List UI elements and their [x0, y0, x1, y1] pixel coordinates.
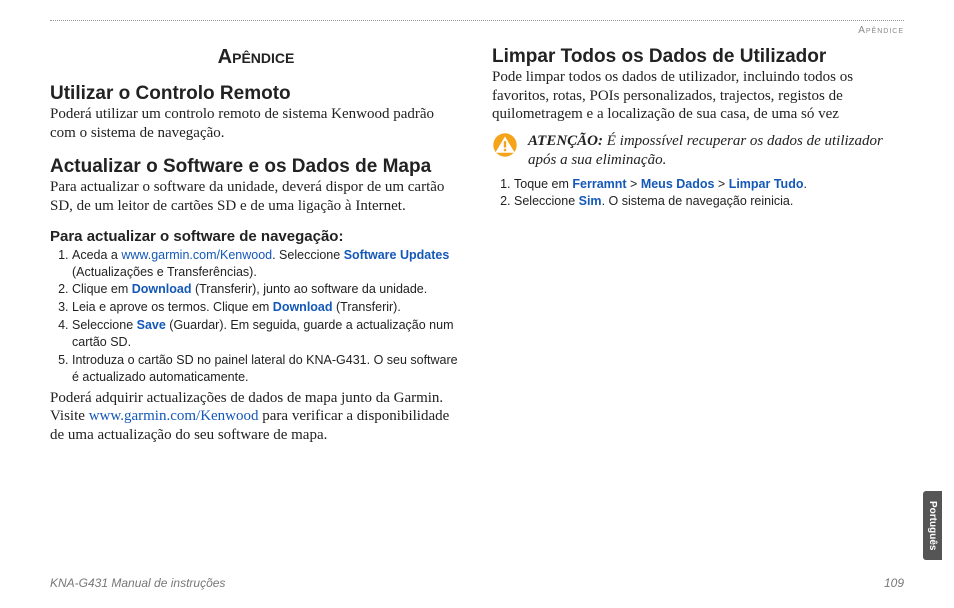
- chapter-title: Apêndice: [50, 46, 462, 69]
- ui-label-download: Download: [132, 282, 192, 296]
- step-text: .: [803, 177, 806, 191]
- ui-label-my-data: Meus Dados: [641, 177, 715, 191]
- step-text: (Transferir), junto ao software da unida…: [191, 282, 427, 296]
- list-item: Seleccione Sim. O sistema de navegação r…: [514, 193, 904, 210]
- body-remote: Poderá utilizar um controlo remoto de si…: [50, 105, 462, 143]
- language-tab: Português: [923, 491, 942, 560]
- link-garmin[interactable]: www.garmin.com/Kenwood: [121, 248, 272, 262]
- step-text: Seleccione: [514, 194, 579, 208]
- ui-label-yes: Sim: [579, 194, 602, 208]
- link-garmin[interactable]: www.garmin.com/Kenwood: [89, 408, 259, 424]
- ui-label-clear-all: Limpar Tudo: [729, 177, 804, 191]
- list-item: Leia e aprove os termos. Clique em Downl…: [72, 299, 462, 316]
- list-item: Clique em Download (Transferir), junto a…: [72, 281, 462, 298]
- step-text: . O sistema de navegação reinicia.: [602, 194, 794, 208]
- step-text: Toque em: [514, 177, 572, 191]
- step-text: Seleccione: [72, 318, 137, 332]
- ui-label-download: Download: [273, 300, 333, 314]
- step-text: . Seleccione: [272, 248, 344, 262]
- step-text: (Transferir).: [333, 300, 401, 314]
- right-column: Limpar Todos os Dados de Utilizador Pode…: [492, 46, 904, 445]
- body-map-update: Poderá adquirir actualizações de dados d…: [50, 389, 462, 445]
- step-text: >: [627, 177, 641, 191]
- section-title-update: Actualizar o Software e os Dados de Mapa: [50, 156, 462, 178]
- footer-doc-title: KNA-G431 Manual de instruções: [50, 576, 225, 590]
- step-text: Leia e aprove os termos. Clique em: [72, 300, 273, 314]
- section-title-clear-data: Limpar Todos os Dados de Utilizador: [492, 46, 904, 68]
- section-title-remote: Utilizar o Controlo Remoto: [50, 83, 462, 105]
- step-text: (Actualizações e Transferências).: [72, 265, 257, 279]
- caution-text: ATENÇÃO: É impossível recuperar os dados…: [528, 132, 904, 170]
- list-item: Introduza o cartão SD no painel lateral …: [72, 352, 462, 386]
- left-column: Apêndice Utilizar o Controlo Remoto Pode…: [50, 46, 462, 445]
- list-item: Seleccione Save (Guardar). Em seguida, g…: [72, 317, 462, 351]
- body-update: Para actualizar o software da unidade, d…: [50, 178, 462, 216]
- step-text: Introduza o cartão SD no painel lateral …: [72, 353, 458, 384]
- list-item: Aceda a www.garmin.com/Kenwood. Seleccio…: [72, 247, 462, 281]
- caution-label: ATENÇÃO:: [528, 133, 603, 149]
- page-footer: KNA-G431 Manual de instruções 109: [50, 576, 904, 590]
- header-label: Apêndice: [50, 25, 904, 36]
- footer-page-number: 109: [884, 576, 904, 590]
- steps-clear-data: Toque em Ferramnt > Meus Dados > Limpar …: [492, 176, 904, 211]
- step-text: Aceda a: [72, 248, 121, 262]
- step-text: Clique em: [72, 282, 132, 296]
- ui-label-software-updates: Software Updates: [344, 248, 450, 262]
- caution-block: ATENÇÃO: É impossível recuperar os dados…: [492, 132, 904, 170]
- step-text: >: [714, 177, 728, 191]
- steps-update-nav: Aceda a www.garmin.com/Kenwood. Seleccio…: [50, 247, 462, 386]
- header-rule: [50, 20, 904, 21]
- body-clear-data: Pode limpar todos os dados de utilizador…: [492, 68, 904, 124]
- content-columns: Apêndice Utilizar o Controlo Remoto Pode…: [50, 46, 904, 445]
- ui-label-tools: Ferramnt: [572, 177, 626, 191]
- subsection-title-update-nav: Para actualizar o software de navegação:: [50, 228, 462, 245]
- ui-label-save: Save: [137, 318, 166, 332]
- warning-icon: [492, 132, 518, 158]
- list-item: Toque em Ferramnt > Meus Dados > Limpar …: [514, 176, 904, 193]
